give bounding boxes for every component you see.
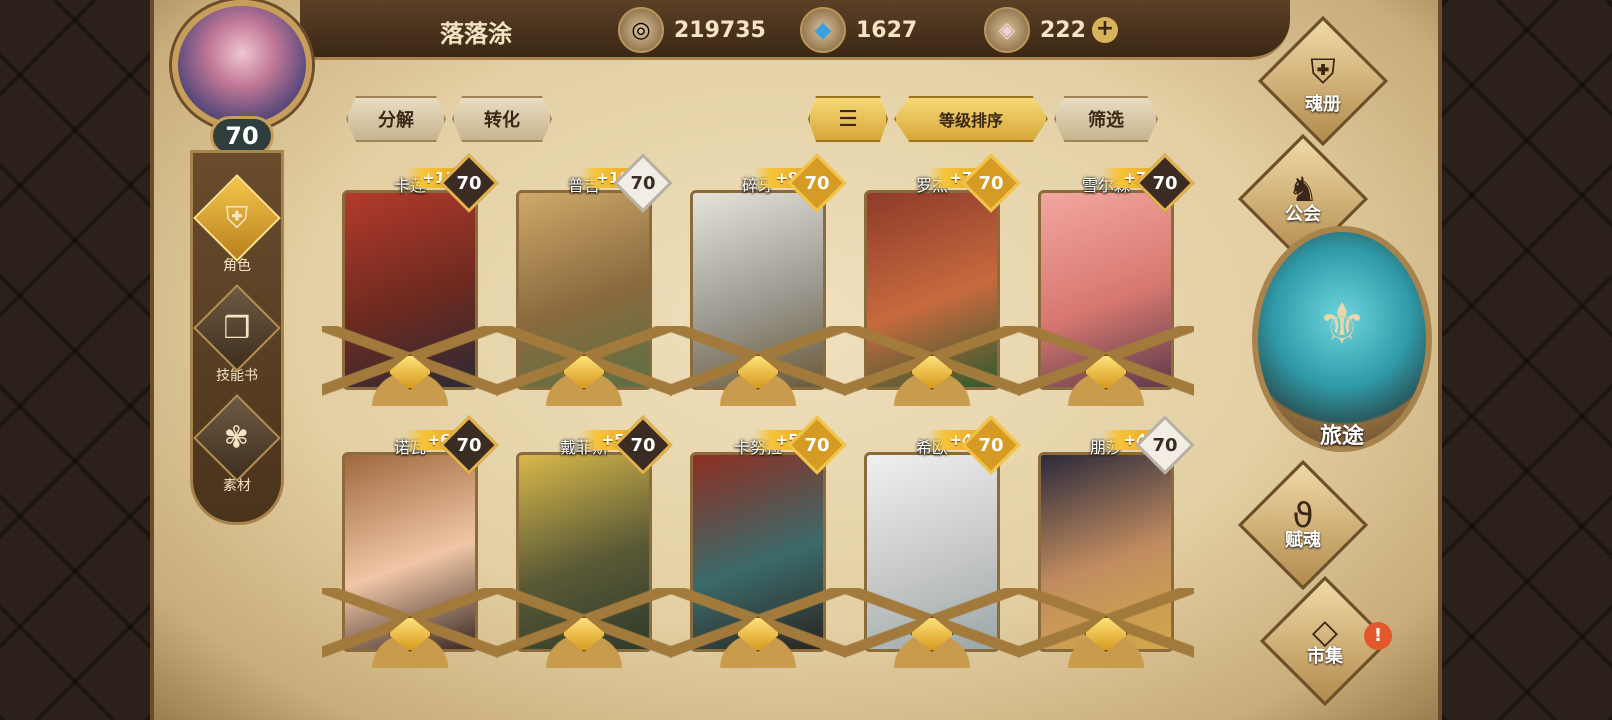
hero-card[interactable]: 朋莎+470 xyxy=(1018,415,1195,670)
convert-button[interactable]: 转化 xyxy=(452,96,552,142)
diamond-gem-icon: ◈ xyxy=(984,7,1030,53)
decompose-button[interactable]: 分解 xyxy=(346,96,446,142)
filter-button[interactable]: 筛选 xyxy=(1054,96,1158,142)
hero-card[interactable]: 罗杰+770 xyxy=(844,153,1021,408)
blue-crystal-icon: ◆ xyxy=(800,7,846,53)
player-avatar-frame[interactable]: 70 xyxy=(152,0,332,160)
trident-icon: ⚜ xyxy=(1316,292,1368,357)
crystal-value: 1627 xyxy=(856,17,918,43)
hero-level: 70 xyxy=(456,434,482,456)
nav-item-materials[interactable]: ✾ 素材 xyxy=(193,394,281,495)
nav-item-skillbook[interactable]: ❒ 技能书 xyxy=(193,284,281,385)
hero-card[interactable]: 诺瓦+670 xyxy=(322,415,499,670)
helmet-icon: ⛨ xyxy=(1310,52,1336,92)
hero-level: 70 xyxy=(804,172,830,194)
hero-level: 70 xyxy=(1152,434,1178,456)
add-gem-button[interactable]: + xyxy=(1091,17,1118,43)
soul-book-label: 魂册 xyxy=(1305,94,1341,115)
player-name: 落落涂 xyxy=(440,20,512,48)
book-icon: ❒ xyxy=(223,310,251,346)
crystal-currency: ◆ 1627 xyxy=(800,7,918,53)
empower-label: 赋魂 xyxy=(1285,530,1321,551)
gem-value: 222 xyxy=(1040,17,1086,43)
hero-card[interactable]: 卡努拉+570 xyxy=(670,415,847,670)
hero-card[interactable]: 雪尔森+770 xyxy=(1018,153,1195,408)
hero-level: 70 xyxy=(630,434,656,456)
hero-level: 70 xyxy=(1152,172,1178,194)
hero-level: 70 xyxy=(978,172,1004,194)
beast-icon: ✾ xyxy=(224,420,250,456)
journey-button[interactable]: ⚜ 旅途 xyxy=(1252,226,1432,452)
sort-order-button[interactable]: ☰ xyxy=(808,96,888,142)
hero-level: 70 xyxy=(630,172,656,194)
hero-card[interactable]: 普吉+1070 xyxy=(496,153,673,408)
hero-card[interactable]: 希欧+470 xyxy=(844,415,1021,670)
hero-level: 70 xyxy=(456,172,482,194)
soul-book-button[interactable]: ⛨ 魂册 xyxy=(1257,15,1389,147)
helmet-icon: ⛨ xyxy=(225,200,249,236)
right-border-pattern xyxy=(1442,0,1612,720)
sort-by-level-button[interactable]: 等级排序 xyxy=(894,96,1048,142)
gold-currency: ◎ 219735 xyxy=(618,7,766,53)
hero-card[interactable]: 戴菲斯+570 xyxy=(496,415,673,670)
gold-coin-icon: ◎ xyxy=(618,7,664,53)
gem-currency: ◈ 222 + xyxy=(984,7,1118,53)
hero-level: 70 xyxy=(804,434,830,456)
empower-button[interactable]: ϑ 赋魂 xyxy=(1237,459,1369,591)
left-nav: ⛨ 角色 ❒ 技能书 ✾ 素材 xyxy=(190,150,284,525)
gold-value: 219735 xyxy=(674,17,766,43)
sort-lines-icon: ☰ xyxy=(838,106,858,132)
market-label: 市集 xyxy=(1307,646,1343,667)
left-border-pattern xyxy=(0,0,150,720)
guild-label: 公会 xyxy=(1285,204,1321,225)
hero-level: 70 xyxy=(978,434,1004,456)
journey-label: 旅途 xyxy=(1319,424,1364,449)
hero-card[interactable]: 碎牙+970 xyxy=(670,153,847,408)
avatar[interactable] xyxy=(172,0,312,130)
market-alert-badge: ! xyxy=(1364,622,1392,650)
nav-item-character[interactable]: ⛨ 角色 xyxy=(193,174,281,275)
hero-card[interactable]: 卡莲+1170 xyxy=(322,153,499,408)
